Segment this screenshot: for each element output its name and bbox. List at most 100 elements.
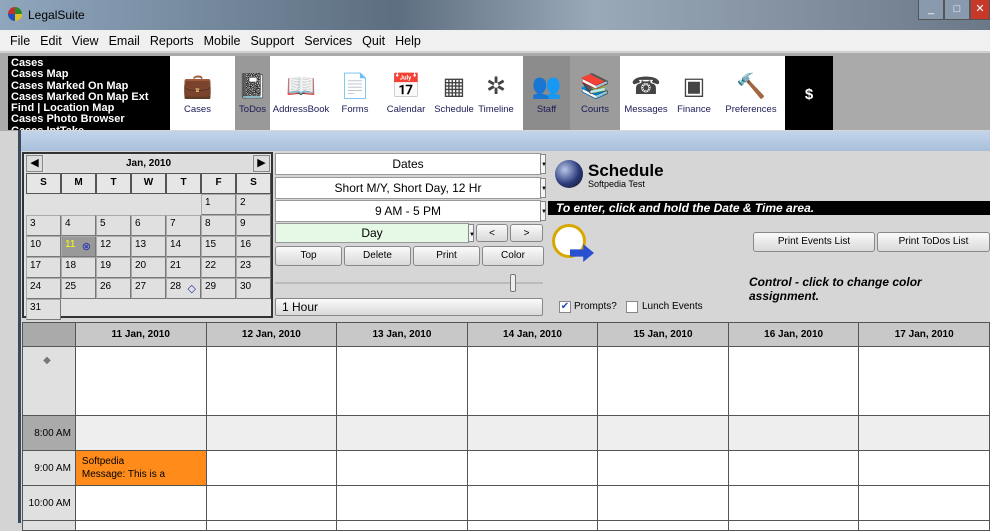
day-column-header[interactable]: 16 Jan, 2010 (727, 322, 860, 347)
calendar-day[interactable]: 14 (166, 236, 201, 257)
view-select[interactable]: Day ▼ (275, 223, 475, 243)
zoom-slider-track[interactable] (275, 282, 543, 284)
calendar-day[interactable]: 22 (201, 257, 236, 278)
time-slot[interactable] (205, 450, 338, 486)
menu-support[interactable]: Support (245, 30, 299, 52)
time-slot[interactable] (858, 346, 990, 416)
time-label[interactable]: 8:00 AM (22, 415, 76, 451)
calendar-day[interactable]: 26 (96, 278, 131, 299)
minimize-button[interactable]: _ (918, 0, 944, 20)
calendar-day[interactable]: 28 ◇ (166, 278, 201, 299)
calendar-day[interactable]: 5 (96, 215, 131, 236)
toolbar-schedule-button[interactable]: ▦ Schedule (432, 56, 476, 130)
maximize-button[interactable]: □ (944, 0, 970, 20)
time-slot[interactable] (466, 520, 599, 531)
dates-select[interactable]: Dates ▼ (275, 153, 547, 175)
toolbar-calendar-button[interactable]: 📅 Calendar (380, 56, 432, 130)
calendar-day[interactable]: 6 (131, 215, 166, 236)
menu-mobile[interactable]: Mobile (199, 30, 246, 52)
calendar-day[interactable]: 25 (61, 278, 96, 299)
menu-file[interactable]: File (0, 30, 35, 52)
dollar-button[interactable]: $ (785, 56, 833, 130)
time-slot[interactable] (205, 415, 338, 451)
day-column-header[interactable]: 11 Jan, 2010 (74, 322, 207, 347)
time-slot[interactable] (74, 346, 207, 416)
time-slot[interactable] (336, 485, 468, 521)
time-slot[interactable] (336, 415, 468, 451)
time-slot[interactable] (466, 346, 599, 416)
calendar-day[interactable]: 23 (236, 257, 271, 278)
day-column-header[interactable]: 14 Jan, 2010 (466, 322, 599, 347)
print-events-list-button[interactable]: Print Events List (753, 232, 875, 252)
delete-button[interactable]: Delete (344, 246, 411, 266)
menu-view[interactable]: View (67, 30, 104, 52)
calendar-day[interactable]: 3 (26, 215, 61, 236)
color-button[interactable]: Color (482, 246, 544, 266)
next-month-icon[interactable]: ▶ (253, 155, 270, 172)
menu-email[interactable]: Email (104, 30, 145, 52)
calendar-day[interactable]: 4 (61, 215, 96, 236)
calendar-day[interactable]: 1 (201, 194, 236, 215)
calendar-day[interactable]: 13 (131, 236, 166, 257)
toolbar-todos-button[interactable]: 📓 ToDos (235, 56, 270, 130)
calendar-day[interactable]: 12 (96, 236, 131, 257)
toolbar-courts-button[interactable]: 📚 Courts (570, 56, 620, 130)
calendar-day[interactable]: 19 (96, 257, 131, 278)
time-label[interactable] (22, 520, 76, 531)
day-column-header[interactable]: 17 Jan, 2010 (858, 322, 990, 347)
print-button[interactable]: Print (413, 246, 480, 266)
calendar-day[interactable]: 18 (61, 257, 96, 278)
time-slot[interactable]: Softpedia Message: This is a (74, 450, 207, 486)
calendar-day[interactable]: 17 (26, 257, 61, 278)
calendar-day[interactable]: 16 (236, 236, 271, 257)
event-block[interactable]: Softpedia Message: This is a (75, 451, 206, 485)
day-column-header[interactable]: 12 Jan, 2010 (205, 322, 338, 347)
time-slot[interactable] (74, 415, 207, 451)
interval-select[interactable]: 1 Hour (275, 298, 543, 316)
day-column-header[interactable]: 13 Jan, 2010 (336, 322, 468, 347)
time-slot[interactable] (727, 485, 860, 521)
time-slot[interactable] (336, 346, 468, 416)
toolbar-messages-button[interactable]: ☎ Messages (620, 56, 672, 130)
lunch-events-checkbox[interactable] (626, 301, 638, 313)
time-label[interactable]: 9:00 AM (22, 450, 76, 486)
calendar-day[interactable]: 7 (166, 215, 201, 236)
quick-list-item[interactable]: Cases Map (11, 68, 167, 80)
time-slot[interactable] (74, 485, 207, 521)
time-slot[interactable] (466, 450, 599, 486)
toolbar-finance-button[interactable]: ▣ Finance (672, 56, 716, 130)
calendar-day[interactable]: 15 (201, 236, 236, 257)
menu-reports[interactable]: Reports (145, 30, 199, 52)
calendar-day[interactable]: 30 (236, 278, 271, 299)
next-button[interactable]: > (510, 224, 543, 242)
prev-button[interactable]: < (476, 224, 508, 242)
time-slot[interactable] (466, 485, 599, 521)
time-slot[interactable] (727, 415, 860, 451)
time-slot[interactable] (74, 520, 207, 531)
calendar-day[interactable]: 11 ⊗ (61, 236, 96, 257)
time-slot[interactable] (858, 520, 990, 531)
calendar-day[interactable]: 21 (166, 257, 201, 278)
time-label[interactable]: 10:00 AM (22, 485, 76, 521)
toolbar-cases-button[interactable]: 💼 Cases (170, 56, 225, 130)
calendar-day[interactable]: 9 (236, 215, 271, 236)
time-slot[interactable] (205, 485, 338, 521)
calendar-day[interactable]: 8 (201, 215, 236, 236)
time-slot[interactable] (597, 450, 729, 486)
calendar-day[interactable]: 10 (26, 236, 61, 257)
menu-edit[interactable]: Edit (35, 30, 67, 52)
time-slot[interactable] (205, 346, 338, 416)
time-slot[interactable] (336, 450, 468, 486)
prev-month-icon[interactable]: ◀ (26, 155, 43, 172)
time-slot[interactable] (858, 415, 990, 451)
print-todos-list-button[interactable]: Print ToDos List (877, 232, 990, 252)
time-slot[interactable] (205, 520, 338, 531)
time-slot[interactable] (858, 450, 990, 486)
calendar-day[interactable]: 27 (131, 278, 166, 299)
calendar-day[interactable]: 24 (26, 278, 61, 299)
time-slot[interactable] (466, 415, 599, 451)
prompts-checkbox[interactable]: ✔ (559, 301, 571, 313)
format-select[interactable]: Short M/Y, Short Day, 12 Hr ▼ (275, 177, 547, 199)
day-column-header[interactable]: 15 Jan, 2010 (597, 322, 729, 347)
calendar-day[interactable]: 29 (201, 278, 236, 299)
